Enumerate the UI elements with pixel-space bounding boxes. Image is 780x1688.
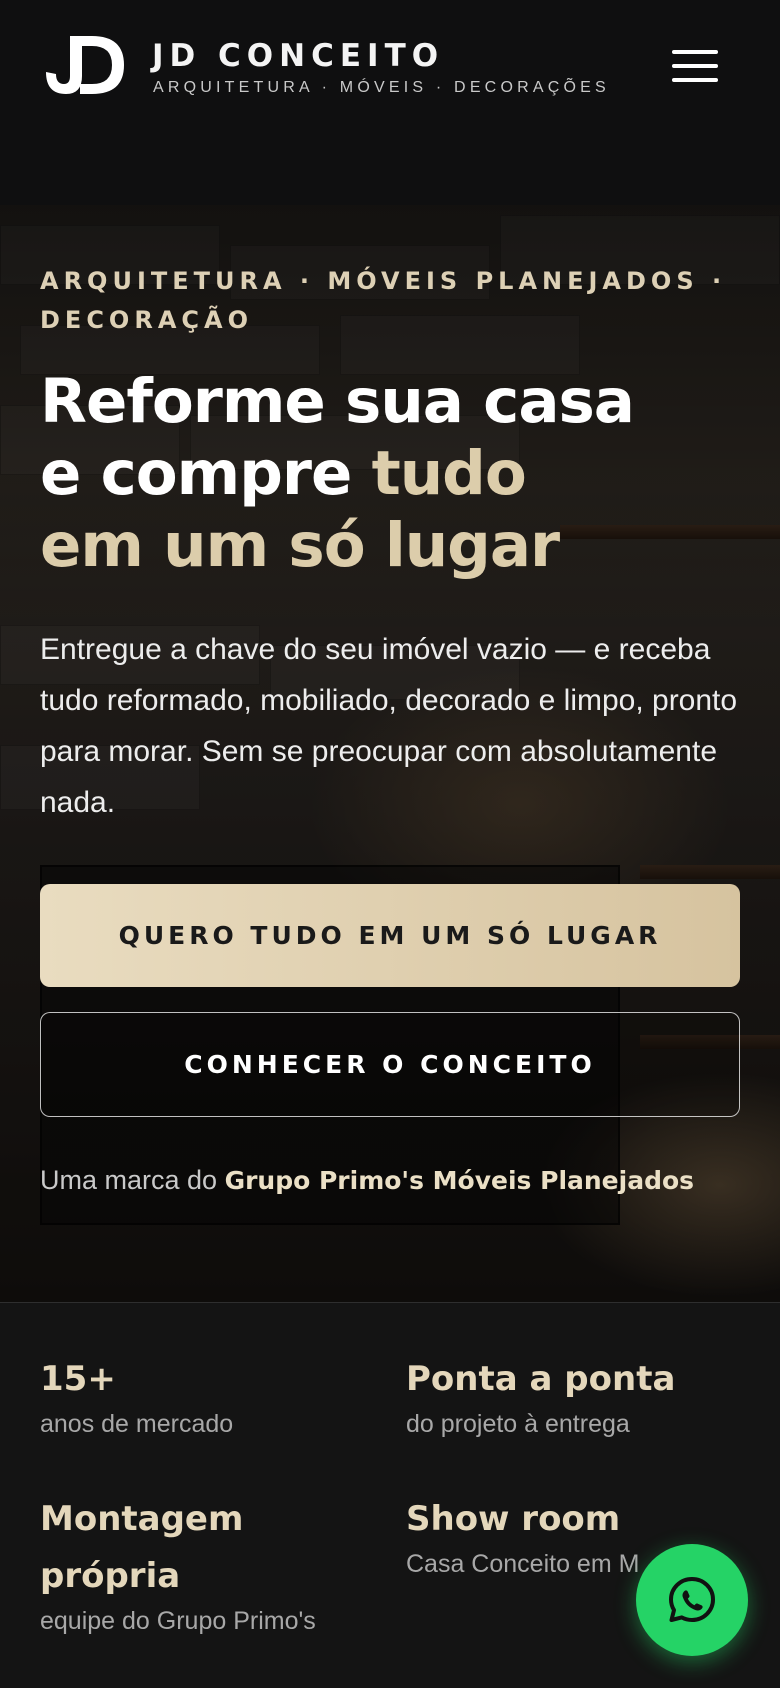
- stat-value: Ponta a ponta: [406, 1359, 676, 1399]
- stat-value: 15+: [40, 1359, 116, 1399]
- hero-eyebrow: ARQUITETURA · MÓVEIS PLANEJADOS · DECORA…: [40, 267, 727, 334]
- stat-label: anos de mercado: [40, 1410, 234, 1438]
- whatsapp-icon: [669, 1577, 715, 1622]
- hamburger-menu-icon[interactable]: [672, 48, 718, 84]
- headline-line-2: e compre: [40, 438, 372, 509]
- stat-item: 15+ anos de mercado: [40, 1351, 380, 1439]
- brand-tagline: ARQUITETURA · MÓVEIS · DECORAÇÕES: [153, 79, 610, 96]
- site-header: JD CONCEITO ARQUITETURA · MÓVEIS · DECOR…: [0, 0, 780, 205]
- headline-line-1: Reforme sua casa: [40, 366, 635, 437]
- menu-bar: [672, 50, 718, 54]
- brand-byline: Uma marca do Grupo Primo's Móveis Planej…: [40, 1165, 694, 1196]
- stat-item: Montagem própria equipe do Grupo Primo's: [40, 1491, 380, 1636]
- byline-prefix: Uma marca do: [40, 1165, 225, 1195]
- headline-highlight: tudo: [371, 438, 527, 509]
- brand-name[interactable]: JD CONCEITO: [152, 38, 444, 74]
- primary-cta-button[interactable]: QUERO TUDO EM UM SÓ LUGAR: [40, 884, 740, 987]
- hero-headline: Reforme sua casa e compre tudo em um só …: [40, 366, 760, 582]
- menu-bar: [672, 64, 718, 68]
- stat-label: equipe do Grupo Primo's: [40, 1607, 316, 1635]
- menu-bar: [672, 78, 718, 82]
- stat-label: do projeto à entrega: [406, 1410, 630, 1438]
- jd-logo-icon[interactable]: [40, 32, 126, 98]
- hero-lead-text: Entregue a chave do seu imóvel vazio — e…: [40, 633, 738, 819]
- headline-line-3: em um só lugar: [40, 510, 560, 581]
- stat-value: Montagem própria: [40, 1499, 244, 1596]
- stat-item: Ponta a ponta do projeto à entrega: [406, 1351, 746, 1439]
- secondary-cta-button[interactable]: CONHECER O CONCEITO: [40, 1012, 740, 1117]
- whatsapp-button[interactable]: [636, 1544, 748, 1656]
- stat-value: Show room: [406, 1499, 621, 1539]
- byline-brand: Grupo Primo's Móveis Planejados: [224, 1166, 695, 1195]
